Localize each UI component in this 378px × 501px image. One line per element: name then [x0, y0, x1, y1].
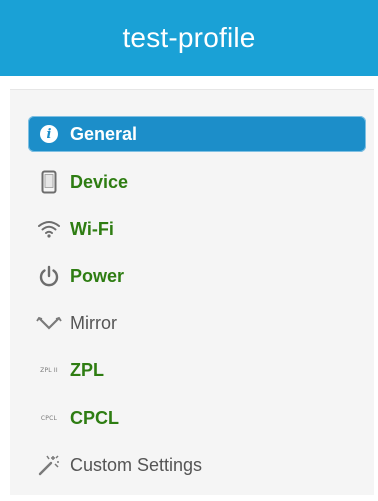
menu-item-label: Power — [70, 265, 125, 286]
menu-item-label: CPCL — [70, 407, 119, 428]
mirror-icon — [36, 311, 62, 335]
menu-item-device[interactable]: Device — [28, 164, 366, 200]
menu-item-general[interactable]: i General — [28, 116, 366, 152]
device-icon — [36, 170, 62, 194]
menu-item-label: Mirror — [70, 312, 117, 333]
menu-item-mirror[interactable]: Mirror — [28, 305, 366, 341]
wifi-icon — [36, 217, 62, 241]
zpl-icon: ZPL II — [40, 366, 58, 374]
menu-item-zpl[interactable]: ZPL II ZPL — [28, 352, 366, 388]
menu-item-cpcl[interactable]: CPCL CPCL — [28, 400, 366, 436]
menu-item-label: ZPL — [70, 359, 104, 380]
profile-title: test-profile — [122, 22, 256, 53]
menu-item-label: Custom Settings — [70, 454, 203, 475]
menu-item-label: General — [70, 123, 138, 144]
profile-header: test-profile — [0, 0, 378, 76]
info-icon: i — [36, 122, 62, 146]
settings-menu-panel: i General Device Wi-Fi Power Mirror ZPL … — [10, 89, 374, 495]
menu-item-label: Wi-Fi — [70, 218, 114, 239]
cpcl-icon: CPCL — [40, 414, 58, 422]
magic-wand-icon — [36, 453, 62, 477]
menu-item-label: Device — [70, 171, 129, 192]
menu-item-wifi[interactable]: Wi-Fi — [28, 211, 366, 247]
menu-item-custom-settings[interactable]: Custom Settings — [28, 447, 366, 483]
power-icon — [36, 264, 62, 288]
menu-item-power[interactable]: Power — [28, 258, 366, 294]
